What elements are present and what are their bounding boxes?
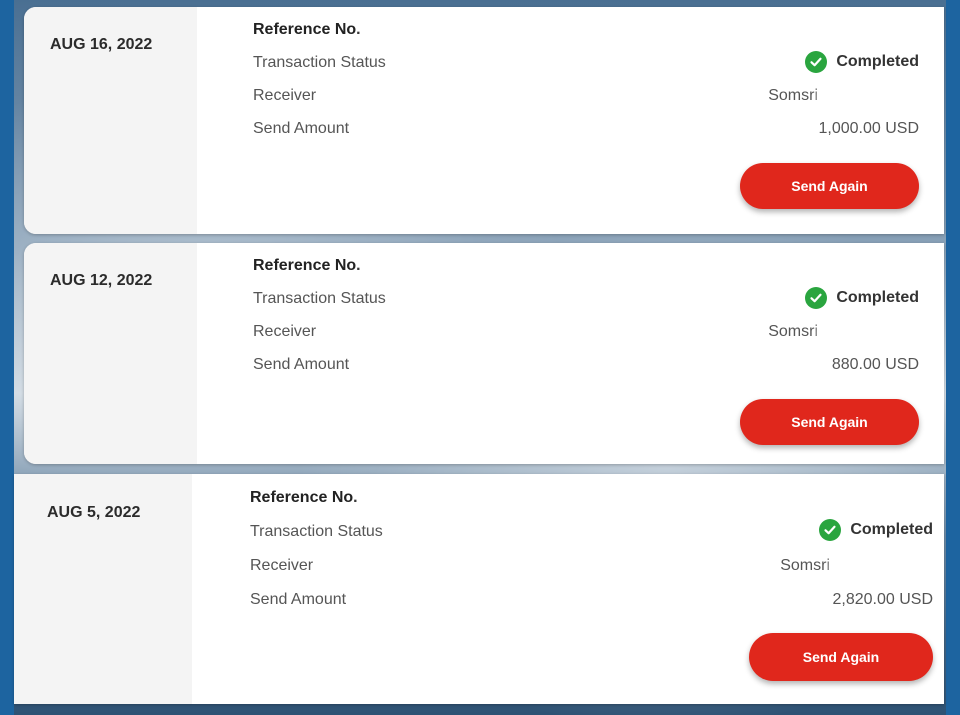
status-value: Completed [836, 289, 919, 306]
redacted-receiver [836, 559, 928, 575]
status-label: Transaction Status [253, 54, 386, 71]
send-again-button[interactable]: Send Again [749, 633, 933, 681]
redacted-reference [369, 257, 445, 275]
status-label: Transaction Status [253, 290, 386, 307]
receiver-label: Receiver [253, 323, 317, 340]
check-circle-icon [819, 519, 842, 541]
receiver-value: Somsri [768, 87, 818, 104]
reference-label: Reference No. [250, 489, 358, 506]
amount-label: Send Amount [253, 120, 350, 137]
transaction-date: AUG 12, 2022 [50, 272, 153, 289]
check-circle-icon [805, 287, 828, 309]
transaction-card: AUG 12, 2022 Reference No. Transaction S… [24, 243, 944, 464]
send-again-button[interactable]: Send Again [740, 399, 919, 445]
amount-value: 880.00 USD [831, 356, 919, 373]
redacted-receiver [824, 89, 914, 105]
redacted-reference [366, 489, 442, 507]
receiver-value: Somsri [768, 323, 818, 340]
status-value: Completed [850, 521, 933, 538]
amount-label: Send Amount [253, 356, 350, 373]
redacted-receiver [824, 325, 914, 341]
reference-label: Reference No. [253, 257, 361, 274]
check-circle-icon [805, 51, 828, 73]
status-badge: Completed [805, 287, 919, 309]
reference-label: Reference No. [253, 21, 361, 38]
transaction-card: AUG 5, 2022 Reference No. Transaction St… [14, 474, 944, 704]
transaction-date: AUG 16, 2022 [50, 36, 153, 53]
amount-value: 1,000.00 USD [818, 120, 919, 137]
transaction-card: AUG 16, 2022 Reference No. Transaction S… [24, 7, 944, 234]
amount-label: Send Amount [250, 591, 347, 608]
receiver-value: Somsri [780, 557, 830, 574]
send-again-button[interactable]: Send Again [740, 163, 919, 209]
status-value: Completed [836, 53, 919, 70]
status-badge: Completed [805, 51, 919, 73]
amount-value: 2,820.00 USD [832, 591, 933, 608]
receiver-label: Receiver [250, 557, 314, 574]
status-badge: Completed [819, 519, 933, 541]
receiver-label: Receiver [253, 87, 317, 104]
redacted-reference [369, 21, 441, 39]
status-label: Transaction Status [250, 523, 383, 540]
transaction-date: AUG 5, 2022 [47, 504, 141, 521]
